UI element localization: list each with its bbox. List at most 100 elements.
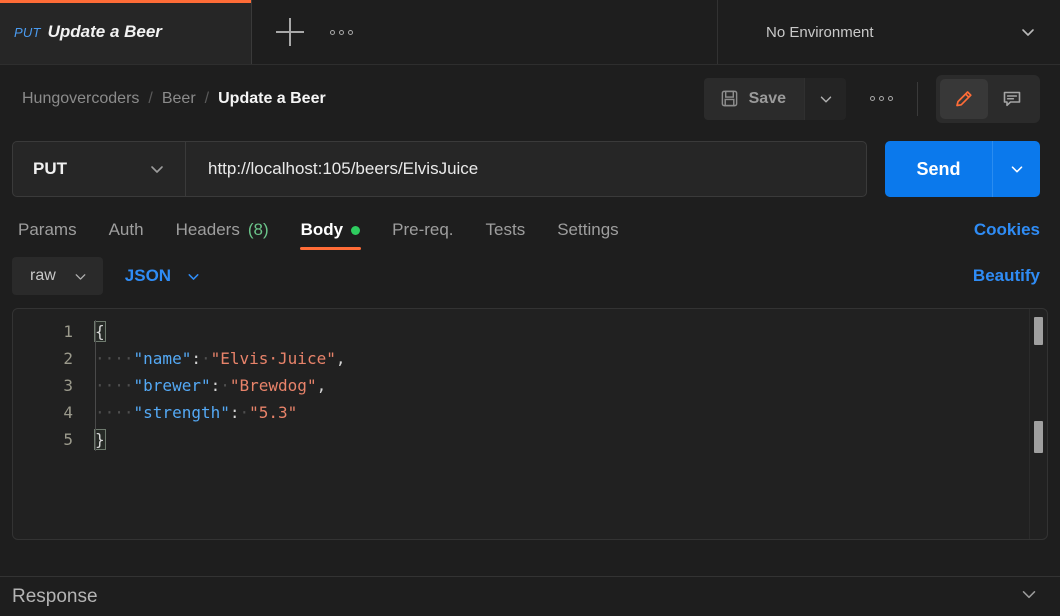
tab-params[interactable]: Params [18,220,93,250]
space-dot: · [239,403,250,422]
code-line-2: ····"name":·"Elvis·Juice", [95,345,1047,372]
line-number: 2 [63,349,73,368]
json-comma: , [316,376,327,395]
more-horizontal-icon [870,96,893,101]
indent-dots: ···· [95,376,134,395]
cookies-link[interactable]: Cookies [974,220,1040,250]
body-mode-selector[interactable]: raw [12,257,103,295]
tab-body[interactable]: Body [285,220,377,250]
beautify-button[interactable]: Beautify [973,266,1040,286]
chevron-down-icon [188,273,199,280]
tab-tests-label: Tests [485,220,526,239]
url-value: http://localhost:105/beers/ElvisJuice [208,159,479,178]
breadcrumb-separator-2: / [204,89,210,107]
tab-pre-request-label: Pre-req. [392,220,454,239]
json-string-value: "Elvis·Juice" [210,349,336,368]
view-mode-toggle-group [936,74,1040,123]
send-button-group: Send [885,141,1040,197]
request-body-editor[interactable]: 1 2 3 4 5 { ····"name":·"Elvis·Juice", ·… [12,308,1048,540]
code-area: 1 2 3 4 5 { ····"name":·"Elvis·Juice", ·… [13,309,1047,539]
chevron-down-icon [820,95,831,102]
save-button-label: Save [748,89,786,107]
chevron-down-icon [1011,166,1022,173]
environment-label: No Environment [766,23,874,41]
line-number: 4 [63,403,73,422]
send-button-label: Send [916,158,961,179]
breadcrumb-bar: Hungovercoders / Beer / Update a Beer Sa… [0,65,1060,132]
save-button[interactable]: Save [703,77,804,120]
tab-auth-label: Auth [108,220,144,239]
space-dot: · [220,376,230,395]
indent-guide [95,320,96,451]
url-input[interactable]: http://localhost:105/beers/ElvisJuice [186,142,866,196]
request-tab-update-a-beer[interactable]: PUT Update a Beer [0,0,252,64]
request-tab-method: PUT [14,24,41,40]
tab-pre-request[interactable]: Pre-req. [376,220,469,250]
tab-settings-label: Settings [557,220,619,239]
json-key: "name" [133,349,192,368]
breadcrumb-workspace[interactable]: Hungovercoders [22,90,139,108]
active-tab-accent-bar [0,0,251,3]
tab-headers[interactable]: Headers (8) [160,220,285,250]
tab-overflow-menu-icon[interactable] [330,29,353,35]
code-line-4: ····"strength":·"5.3" [95,399,1047,426]
edit-mode-button[interactable] [940,78,988,119]
chevron-down-icon [151,166,163,173]
url-bar: PUT http://localhost:105/beers/ElvisJuic… [12,141,867,197]
json-colon: : [210,376,221,395]
body-controls-row: raw JSON Beautify [0,250,1060,302]
send-button[interactable]: Send [885,141,992,197]
json-comma: , [335,349,346,368]
chevron-down-icon [1022,591,1036,599]
response-panel-header[interactable]: Response [0,576,1060,616]
editor-scrollbar[interactable] [1029,309,1047,539]
request-tab-strip: PUT Update a Beer No Environment [0,0,1060,65]
http-method-selector[interactable]: PUT [13,142,186,196]
headers-count-badge: (8) [247,220,269,239]
chevron-down-icon [1022,29,1034,36]
tab-params-label: Params [18,220,77,239]
save-button-group: Save [703,77,846,120]
tab-auth[interactable]: Auth [93,220,160,250]
code-lines[interactable]: { ····"name":·"Elvis·Juice", ····"brewer… [89,318,1047,539]
code-line-5: } [94,426,1047,453]
request-section-tabs: Params Auth Headers (8) Body Pre-req. Te… [0,206,1060,250]
request-more-menu[interactable] [846,96,917,101]
json-string-value: "Brewdog" [229,376,317,395]
comments-button[interactable] [988,79,1036,119]
toolbar-divider [917,81,918,116]
pencil-icon [956,90,972,106]
tab-tests[interactable]: Tests [470,220,542,250]
http-method-label: PUT [33,159,67,178]
request-tab-title: Update a Beer [47,22,162,41]
json-key: "strength" [133,403,230,422]
send-dropdown-button[interactable] [992,141,1040,197]
indent-dots: ···· [95,403,134,422]
body-format-label: JSON [124,266,172,285]
editor-scrollbar-thumb[interactable] [1034,317,1043,345]
line-number: 3 [63,376,73,395]
tab-settings[interactable]: Settings [541,220,634,250]
body-mode-label: raw [30,267,56,284]
json-close-brace: } [94,429,106,450]
body-format-selector[interactable]: JSON [125,266,202,286]
save-dropdown-button[interactable] [804,77,846,120]
json-colon: : [191,349,201,368]
response-collapse-button[interactable] [1018,583,1040,610]
response-label: Response [12,585,98,607]
tab-headers-label: Headers [175,220,240,239]
breadcrumb-request: Update a Beer [218,89,326,107]
tab-actions [252,0,718,64]
new-tab-plus-icon[interactable] [276,18,304,46]
json-open-brace: { [94,321,106,342]
line-number-gutter: 1 2 3 4 5 [13,318,89,539]
line-number: 1 [63,322,73,341]
code-line-1: { [94,318,1047,345]
chevron-down-icon [75,273,86,280]
environment-selector[interactable]: No Environment [718,0,1060,64]
tab-body-label: Body [300,220,344,239]
editor-scrollbar-thumb-secondary[interactable] [1034,421,1043,453]
breadcrumb-collection[interactable]: Beer [162,90,196,108]
body-present-indicator-icon [351,225,361,235]
json-colon: : [229,403,240,422]
